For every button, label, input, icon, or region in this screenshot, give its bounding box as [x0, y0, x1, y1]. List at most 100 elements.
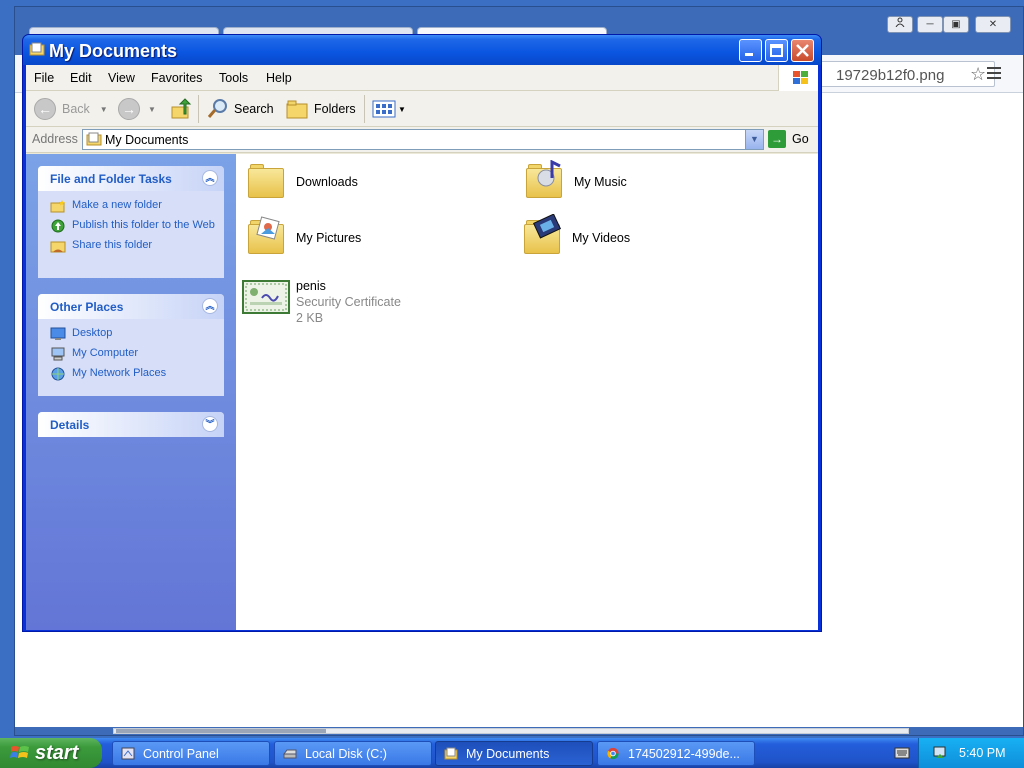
my-computer-link[interactable]: My Computer: [50, 347, 216, 361]
documents-folder-icon: [86, 132, 102, 146]
menu-bar: File Edit View Favorites Tools Help: [26, 65, 818, 91]
folder-name: My Pictures: [296, 231, 362, 245]
folder-item-my-videos[interactable]: My Videos: [522, 214, 630, 256]
publish-web-icon: [51, 219, 65, 233]
taskbar-item-label: Local Disk (C:): [305, 746, 387, 761]
maximize-icon: [770, 44, 783, 57]
chevron-down-icon[interactable]: ▼: [398, 105, 406, 114]
network-status-icon[interactable]: [931, 744, 949, 762]
music-folder-icon: [524, 160, 564, 200]
chrome-icon: [607, 747, 619, 760]
file-item-certificate[interactable]: penis Security Certificate 2 KB: [242, 278, 401, 326]
control-panel-icon: [121, 747, 135, 760]
desktop-link[interactable]: Desktop: [50, 327, 216, 341]
chevron-down-icon[interactable]: ▼: [745, 130, 763, 149]
hamburger-icon[interactable]: [987, 67, 1001, 79]
views-grid-icon: [372, 100, 396, 118]
share-folder-icon: [50, 241, 66, 253]
my-network-places-link[interactable]: My Network Places: [50, 367, 216, 381]
taskbar-item-control-panel[interactable]: Control Panel: [112, 741, 270, 766]
keyboard-icon[interactable]: [894, 747, 910, 759]
clock[interactable]: 5:40 PM: [959, 746, 1006, 760]
other-places-panel: Other Places ︽ Desktop My Computer My Ne…: [38, 294, 224, 396]
minimize-button[interactable]: [739, 39, 762, 62]
toolbar-separator: [198, 95, 199, 123]
start-button[interactable]: start: [0, 738, 102, 768]
make-new-folder-link[interactable]: Make a new folder: [50, 199, 216, 213]
file-type: Security Certificate: [296, 295, 401, 309]
folder-item-my-music[interactable]: My Music: [524, 160, 627, 200]
go-label: Go: [792, 132, 809, 146]
folder-name: Downloads: [296, 175, 358, 189]
panel-title: File and Folder Tasks: [50, 172, 172, 186]
network-icon: [51, 367, 65, 381]
task-label: My Network Places: [72, 367, 167, 379]
horizontal-scrollbar[interactable]: [113, 728, 909, 734]
views-button[interactable]: ▼: [372, 96, 406, 122]
up-folder-button[interactable]: [170, 96, 192, 122]
chevron-down-icon[interactable]: ▼: [148, 105, 156, 114]
menu-view[interactable]: View: [108, 71, 135, 85]
panel-title: Details: [50, 418, 90, 432]
collapse-icon[interactable]: ︽: [202, 298, 218, 314]
new-folder-icon: [50, 200, 65, 213]
folder-item-my-pictures[interactable]: My Pictures: [246, 216, 362, 256]
expand-icon[interactable]: ︾: [202, 416, 218, 432]
menu-file[interactable]: File: [34, 71, 54, 85]
file-folder-tasks-panel: File and Folder Tasks ︽ Make a new folde…: [38, 166, 224, 278]
file-size: 2 KB: [296, 311, 324, 325]
start-label: start: [35, 741, 79, 764]
panel-header[interactable]: Details ︾: [38, 412, 224, 437]
task-pane: File and Folder Tasks ︽ Make a new folde…: [26, 154, 236, 630]
panel-header[interactable]: File and Folder Tasks ︽: [38, 166, 224, 191]
maximize-button[interactable]: [765, 39, 788, 62]
share-folder-link[interactable]: Share this folder: [50, 239, 216, 253]
publish-folder-link[interactable]: Publish this folder to the Web: [50, 219, 216, 233]
documents-folder-icon: [444, 747, 458, 760]
back-button[interactable]: ← Back ▼: [34, 96, 108, 122]
taskbar-item-local-disk[interactable]: Local Disk (C:): [274, 741, 432, 766]
search-label: Search: [234, 102, 274, 116]
chrome-close-button[interactable]: ✕: [975, 16, 1011, 33]
windows-logo-icon: [10, 746, 29, 758]
panel-header[interactable]: Other Places ︽: [38, 294, 224, 319]
collapse-icon[interactable]: ︽: [202, 170, 218, 186]
menu-edit[interactable]: Edit: [70, 71, 92, 85]
omnibox-text: 19729b12f0.png: [836, 67, 945, 84]
title-bar[interactable]: My Documents: [23, 35, 821, 65]
address-input[interactable]: My Documents ▼: [82, 129, 764, 150]
close-button[interactable]: [791, 39, 814, 62]
taskbar-item-chrome[interactable]: 174502912-499de...: [597, 741, 755, 766]
menu-favorites[interactable]: Favorites: [151, 71, 202, 85]
chrome-profile-button[interactable]: [887, 16, 913, 33]
hard-drive-icon: [283, 749, 297, 759]
scrollbar-thumb[interactable]: [116, 729, 326, 733]
chrome-minimize-button[interactable]: ─: [917, 16, 943, 33]
documents-folder-icon: [29, 42, 45, 56]
star-icon[interactable]: ☆: [970, 64, 986, 85]
search-button[interactable]: Search: [206, 96, 274, 122]
chrome-maximize-button[interactable]: ▣: [943, 16, 969, 33]
chevron-down-icon[interactable]: ▼: [100, 105, 108, 114]
go-button[interactable]: → Go: [768, 130, 809, 148]
folder-icon: [246, 164, 286, 200]
taskbar-item-my-documents[interactable]: My Documents: [435, 741, 593, 766]
folders-label: Folders: [314, 102, 356, 116]
address-label: Address: [32, 132, 78, 146]
folders-button[interactable]: Folders: [286, 96, 356, 122]
task-label: Make a new folder: [72, 199, 162, 211]
folder-item-downloads[interactable]: Downloads: [246, 164, 358, 200]
task-label: Share this folder: [72, 239, 153, 251]
taskbar: start Control Panel Local Disk (C:) My D…: [0, 738, 1024, 768]
menu-tools[interactable]: Tools: [219, 71, 248, 85]
back-arrow-icon: ←: [34, 98, 56, 120]
close-icon: [796, 44, 809, 57]
folder-icon: [286, 100, 308, 119]
toolbar-separator: [364, 95, 365, 123]
go-arrow-icon: →: [768, 130, 786, 148]
forward-button[interactable]: → ▼: [118, 96, 156, 122]
menu-help[interactable]: Help: [266, 71, 292, 85]
chrome-omnibox[interactable]: 19729b12f0.png ☆: [795, 61, 995, 87]
task-label: Publish this folder to the Web: [72, 219, 215, 231]
pictures-folder-icon: [246, 216, 286, 256]
